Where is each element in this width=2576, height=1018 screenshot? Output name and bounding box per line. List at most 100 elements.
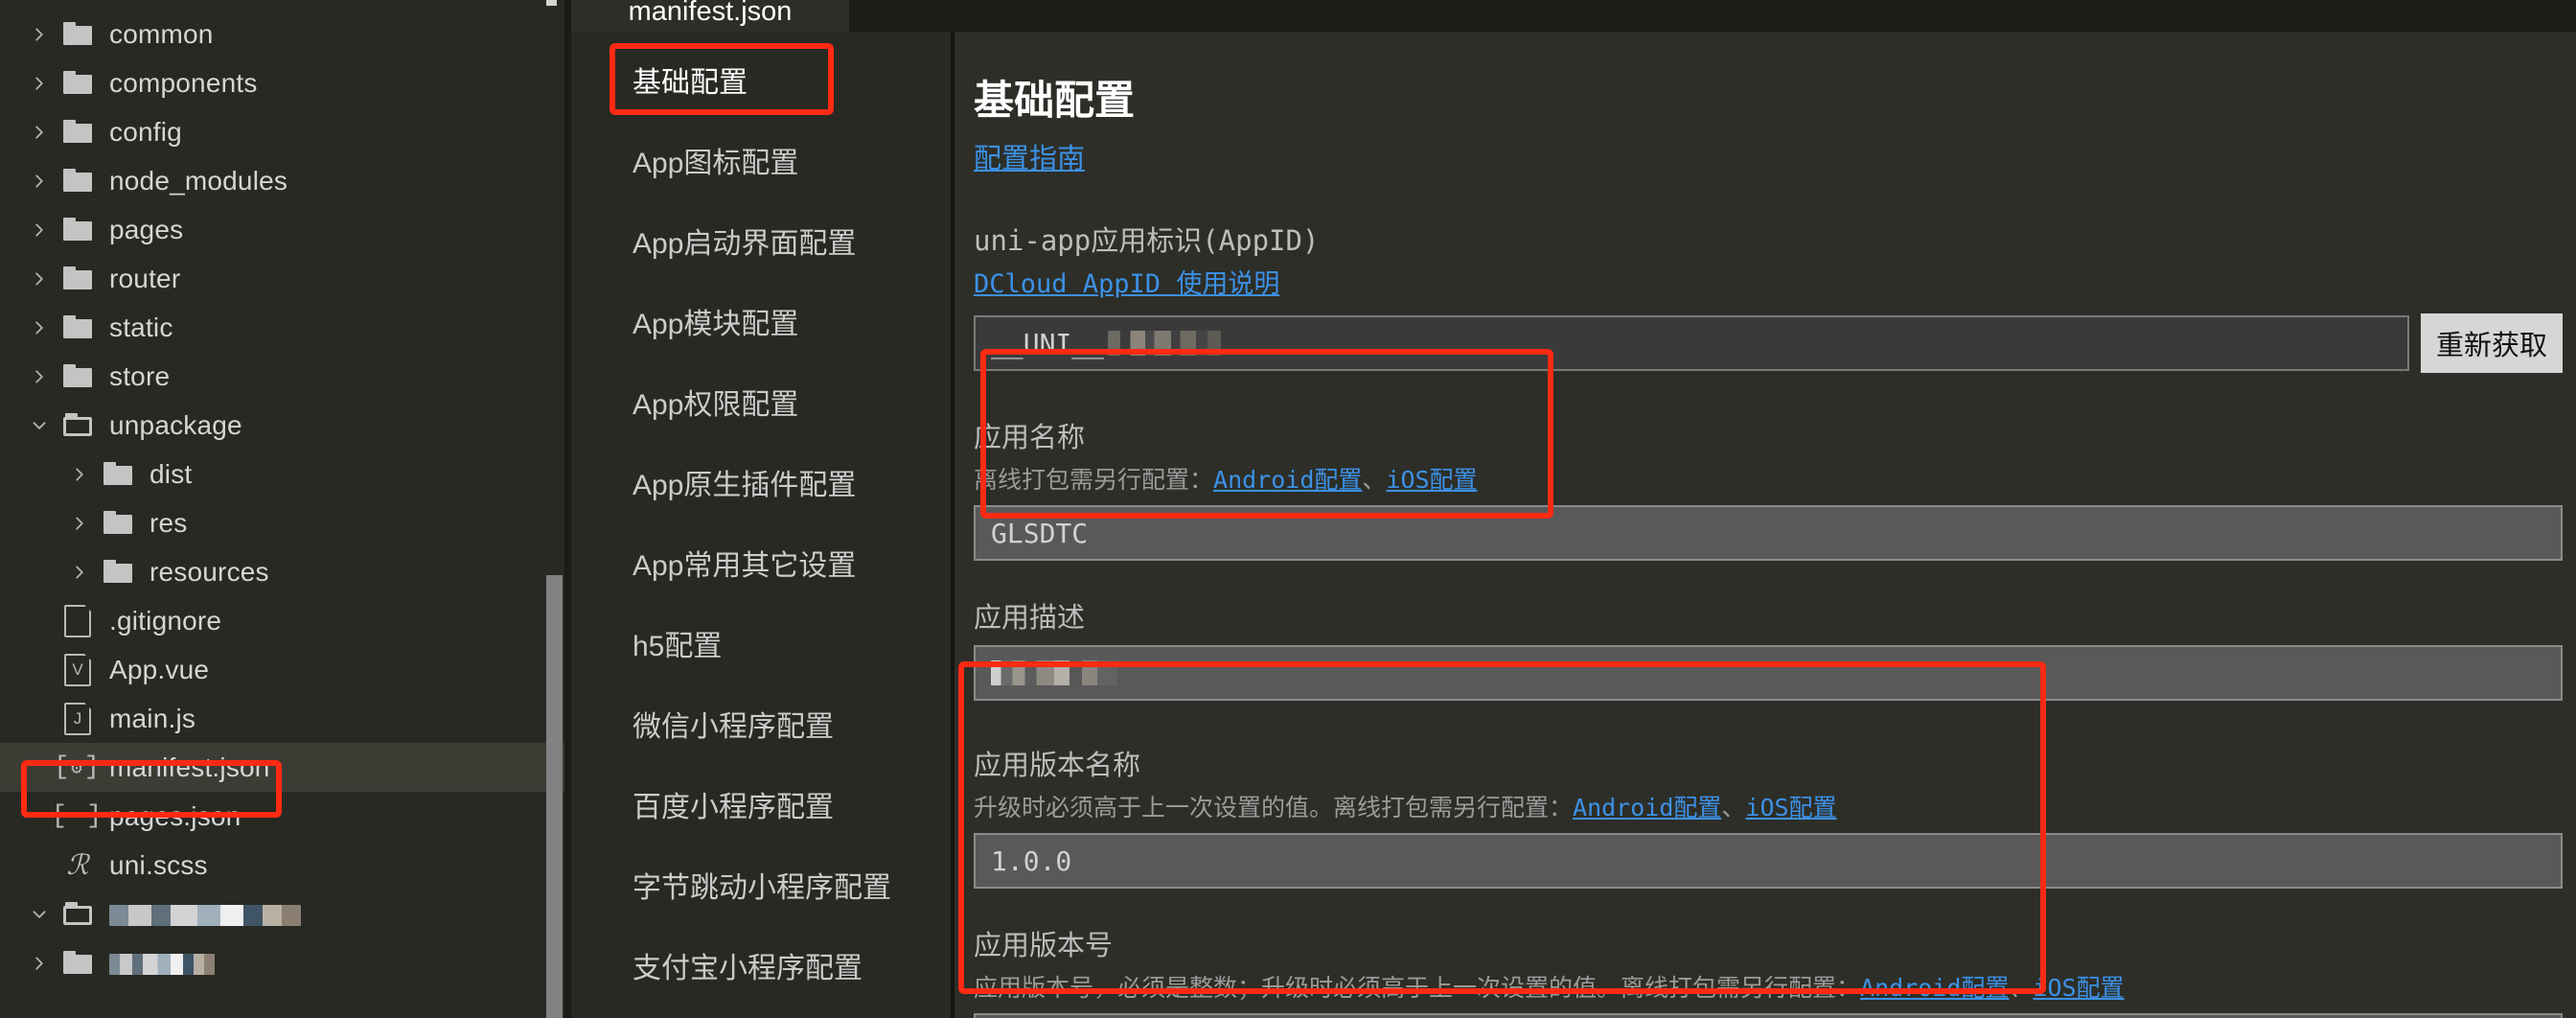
nav-item-label: h5配置 [632, 631, 723, 662]
app-description-field-group: 应用描述 [974, 595, 2563, 701]
vue-file-icon: V [56, 652, 100, 686]
folder-icon [96, 560, 140, 583]
tree-folder-static[interactable]: static [0, 303, 571, 352]
nav-item-label: 基础配置 [632, 67, 748, 99]
tree-item-label: components [109, 67, 258, 98]
config-guide-link[interactable]: 配置指南 [974, 144, 1085, 174]
nav-item-list[interactable]: 基础配置 App图标配置 App启动界面配置 App模块配置 App权限配置 App原生插… [571, 32, 954, 1006]
tree-file-main.js[interactable]: Jmain.js [0, 694, 571, 743]
tree-folder-res[interactable]: res [0, 498, 571, 547]
nav-item-10[interactable]: 字节跳动小程序配置 [571, 844, 954, 925]
tree-folder-unpackage[interactable]: unpackage [0, 401, 571, 450]
version-name-input[interactable]: 1.0.0 [974, 833, 2563, 889]
version-name-sub-prefix: 升级时必须高于上一次设置的值。离线打包需另行配置： [974, 795, 1574, 821]
redacted-label [109, 905, 301, 927]
version-code-sublabel: 应用版本号，必须是整数；升级时必须高于上一次设置的值。离线打包需另行配置：And… [974, 969, 2563, 1004]
version-code-ios-link[interactable]: iOS配置 [2033, 974, 2124, 1002]
app-description-input[interactable] [974, 645, 2563, 701]
folder-icon [56, 169, 100, 192]
chevron-right-icon[interactable] [23, 319, 56, 336]
tree-folder-common[interactable]: common [0, 10, 571, 58]
tree-folder-pages[interactable]: pages [0, 205, 571, 254]
appid-field-group: uni-app应用标识(AppID) DCloud AppID 使用说明 [974, 219, 2563, 300]
nav-item-5[interactable]: App原生插件配置 [571, 442, 954, 522]
tree-folder-config[interactable]: config [0, 107, 571, 156]
nav-item-8[interactable]: 微信小程序配置 [571, 683, 954, 764]
tree-folder-node_modules[interactable]: node_modules [0, 156, 571, 205]
nav-item-6[interactable]: App常用其它设置 [571, 522, 954, 603]
app-name-input[interactable]: GLSDTC [974, 505, 2563, 561]
manifest-file-icon: [⚙] [54, 752, 102, 782]
uniapp-manifest-editor-window: common components config node_modulespages r… [0, 0, 2576, 1018]
version-code-input[interactable]: 100 [974, 1013, 2563, 1018]
chevron-right-icon[interactable] [23, 221, 56, 239]
chevron-right-icon[interactable] [23, 955, 56, 972]
app-name-ios-link[interactable]: iOS配置 [1386, 466, 1477, 494]
chevron-right-icon[interactable] [23, 270, 56, 288]
nav-item-3[interactable]: App模块配置 [571, 281, 954, 361]
chevron-right-icon[interactable] [23, 124, 56, 141]
tree-folder-store[interactable]: store [0, 352, 571, 401]
tree-item-label: router [109, 263, 181, 293]
tree-folder-router[interactable]: router [0, 254, 571, 303]
nav-item-label: App启动界面配置 [632, 228, 857, 260]
reget-appid-button[interactable]: 重新获取 [2421, 313, 2563, 373]
nav-item-1[interactable]: App图标配置 [571, 120, 954, 200]
nav-item-9[interactable]: 百度小程序配置 [571, 764, 954, 844]
app-name-sub-separator: 、 [1362, 467, 1387, 494]
tree-file-pages.json[interactable]: [ ] pages.json [0, 792, 571, 841]
manifest-file-icon: [⚙] [54, 752, 102, 782]
version-code-sub-prefix: 应用版本号，必须是整数；升级时必须高于上一次设置的值。离线打包需另行配置： [974, 975, 1861, 1002]
tree-file-App.vue[interactable]: V App.vue [0, 645, 571, 694]
tree-folder-dist[interactable]: dist [0, 450, 571, 498]
tree-folder-components[interactable]: components [0, 58, 571, 107]
explorer-scrollbar-thumb[interactable] [546, 575, 563, 1018]
tab-manifest-json[interactable]: manifest.json [571, 0, 849, 32]
tree-file-uni.scss[interactable]: ℛuni.scss [0, 841, 571, 890]
tree-file-.gitignore[interactable]: .gitignore [0, 596, 571, 645]
chevron-right-icon[interactable] [23, 26, 56, 43]
nav-item-label: 微信小程序配置 [632, 711, 834, 743]
plain-file-icon [56, 603, 100, 637]
nav-item-2[interactable]: App启动界面配置 [571, 200, 954, 281]
chevron-right-icon[interactable] [23, 368, 56, 385]
chevron-down-icon[interactable] [23, 417, 56, 434]
chevron-right-icon[interactable] [23, 173, 56, 190]
tree-item-label: pages [109, 214, 184, 244]
nav-item-4[interactable]: App权限配置 [571, 361, 954, 442]
appid-value: __UNI__ [991, 327, 1105, 359]
chevron-right-icon[interactable] [63, 515, 96, 532]
version-name-ios-link[interactable]: iOS配置 [1745, 794, 1836, 821]
file-tree[interactable]: common components config node_modulespages r… [0, 10, 571, 987]
version-name-android-link[interactable]: Android配置 [1573, 794, 1721, 821]
nav-item-11[interactable]: 支付宝小程序配置 [571, 925, 954, 1006]
appid-input[interactable]: __UNI__ [974, 315, 2409, 371]
folder-icon [56, 266, 100, 289]
content-topbar [954, 0, 2576, 32]
tree-folder-resources[interactable]: resources [0, 547, 571, 596]
tree-item-label: uni.scss [109, 849, 208, 880]
redacted-app-description [991, 660, 1117, 685]
redacted-appid-suffix [1108, 331, 1222, 356]
nav-item-7[interactable]: h5配置 [571, 603, 954, 683]
chevron-right-icon[interactable] [63, 466, 96, 483]
explorer-scrollbar-top-marker[interactable] [546, 0, 557, 6]
vue-file-icon: V [64, 652, 92, 686]
dcloud-appid-help-link[interactable]: DCloud AppID 使用说明 [974, 269, 1279, 299]
version-code-android-link[interactable]: Android配置 [1860, 974, 2009, 1002]
nav-item-0[interactable]: 基础配置 [571, 39, 954, 120]
tree-file-manifest.json[interactable]: [⚙] manifest.json [0, 743, 571, 792]
app-name-sub-prefix: 离线打包需另行配置： [974, 467, 1214, 494]
chevron-right-icon[interactable] [63, 564, 96, 581]
chevron-right-icon[interactable] [23, 75, 56, 92]
folder-icon [56, 120, 100, 143]
tree-row[interactable] [0, 938, 571, 987]
version-code-label: 应用版本号 [974, 929, 1114, 961]
tree-row[interactable] [0, 890, 571, 938]
appid-input-row: __UNI__ 重新获取 [974, 313, 2563, 373]
chevron-down-icon[interactable] [23, 906, 56, 923]
nav-item-label: App图标配置 [632, 148, 799, 179]
version-code-field-group: 应用版本号 应用版本号，必须是整数；升级时必须高于上一次设置的值。离线打包需另行… [974, 923, 2563, 1018]
app-name-android-link[interactable]: Android配置 [1213, 466, 1362, 494]
folder-icon [56, 22, 100, 45]
